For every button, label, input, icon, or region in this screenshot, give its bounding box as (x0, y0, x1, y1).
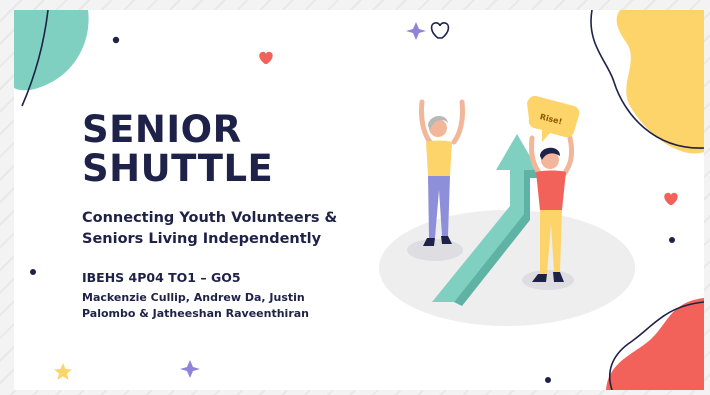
dot-icon (669, 237, 675, 243)
heart-icon (664, 192, 678, 205)
author-line: Mackenzie Cullip, Andrew Da, Justin (82, 291, 305, 304)
slide-subtitle: Connecting Youth Volunteers & Seniors Li… (82, 208, 337, 250)
course-code: IBEHS 4P04 TO1 – GO5 (82, 270, 241, 285)
teal-blob-shape (14, 10, 89, 91)
dot-icon (112, 36, 120, 44)
sparkle-icon (406, 22, 426, 40)
title-line: SHUTTLE (82, 147, 274, 190)
dot-icon (545, 377, 551, 383)
slide-title: SENIOR SHUTTLE (82, 110, 273, 188)
title-line: SENIOR (82, 108, 242, 151)
floor-shadow-shape (522, 270, 574, 290)
title-slide: Rise! SENIOR SHUTTLE Connecting Youth Vo… (14, 10, 704, 390)
author-line: Palombo & Jatheeshan Raveenthiran (82, 307, 310, 320)
yellow-blob-shape (616, 10, 704, 154)
slide-decorations: Rise! (14, 10, 704, 390)
dot-icon (30, 269, 36, 275)
speech-bubble-shape: Rise! (527, 95, 580, 142)
floor-shadow-shape (407, 239, 463, 261)
heart-outline-icon (430, 22, 450, 39)
star-icon (54, 363, 72, 380)
author-list: Mackenzie Cullip, Andrew Da, Justin Palo… (82, 290, 309, 322)
subtitle-line: Connecting Youth Volunteers & (82, 210, 338, 226)
slide-frame: Rise! SENIOR SHUTTLE Connecting Youth Vo… (0, 0, 710, 395)
coral-blob-shape (606, 298, 704, 390)
sparkle-icon (180, 360, 200, 378)
heart-icon (259, 51, 273, 64)
subtitle-line: Seniors Living Independently (82, 231, 322, 247)
